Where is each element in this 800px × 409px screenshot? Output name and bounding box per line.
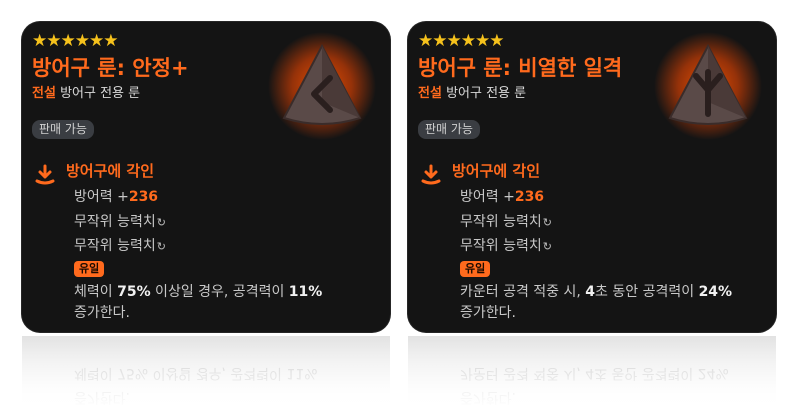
item-type: 방어구 전용 룬 — [446, 86, 527, 101]
star-rating: ★★★★★★ — [32, 31, 118, 51]
random-stat-label: 무작위 능력치 — [460, 238, 542, 254]
section-title: 방어구에 각인 — [452, 162, 541, 180]
desc-text: 카운터 공격 적중 시, — [460, 284, 586, 300]
refresh-icon[interactable]: ↻ — [157, 240, 166, 253]
effect-description: 카운터 공격 적중 시, 4초 동안 공격력이 24% 증가한다. — [460, 282, 760, 324]
desc-text: 이상일 경우, 공격력이 — [150, 284, 289, 300]
item-subtitle: 전설 방어구 전용 룬 — [32, 85, 140, 103]
unique-badge: 유일 — [460, 261, 491, 277]
random-stat-2: 무작위 능력치↻ — [74, 236, 166, 257]
item-title: 방어구 룬: 안정+ — [32, 56, 189, 80]
sellable-badge: 판매 가능 — [32, 120, 94, 139]
item-title: 방어구 룬: 비열한 일격 — [418, 56, 623, 80]
item-type: 방어구 전용 룬 — [60, 86, 141, 101]
stat-label: 방어력 + — [74, 189, 129, 205]
sellable-badge: 판매 가능 — [418, 120, 480, 139]
desc-text: 증가한다. — [74, 305, 130, 321]
rune-card-stable[interactable]: ★★★★★★ 방어구 룬: 안정+ 전설 방어구 전용 룬 판매 가능 방어구에… — [22, 22, 390, 332]
random-stat-label: 무작위 능력치 — [460, 214, 542, 230]
stat-label: 방어력 + — [460, 189, 515, 205]
reflection-fade — [0, 336, 800, 409]
rune-card-dirty-strike[interactable]: ★★★★★★ 방어구 룬: 비열한 일격 전설 방어구 전용 룬 판매 가능 방… — [408, 22, 776, 332]
refresh-icon[interactable]: ↻ — [543, 216, 552, 229]
random-stat-1: 무작위 능력치↻ — [460, 212, 552, 233]
desc-highlight: 24% — [698, 284, 733, 300]
engrave-download-icon — [421, 164, 441, 185]
defense-stat: 방어력 +236 — [460, 187, 544, 207]
stat-value: 236 — [514, 189, 545, 205]
item-subtitle: 전설 방어구 전용 룬 — [418, 85, 526, 103]
unique-badge: 유일 — [74, 261, 105, 277]
engrave-download-icon — [35, 164, 55, 185]
desc-text: 초 동안 공격력이 — [595, 284, 699, 300]
random-stat-label: 무작위 능력치 — [74, 238, 156, 254]
random-stat-1: 무작위 능력치↻ — [74, 212, 166, 233]
effect-description: 체력이 75% 이상일 경우, 공격력이 11% 증가한다. — [74, 282, 374, 324]
rarity-label: 전설 — [32, 86, 56, 101]
star-rating: ★★★★★★ — [418, 31, 504, 51]
random-stat-2: 무작위 능력치↻ — [460, 236, 552, 257]
desc-highlight: 11% — [288, 284, 323, 300]
refresh-icon[interactable]: ↻ — [157, 216, 166, 229]
rarity-label: 전설 — [418, 86, 442, 101]
stat-value: 236 — [128, 189, 159, 205]
desc-text: 증가한다. — [460, 305, 516, 321]
desc-highlight: 75% — [117, 284, 151, 300]
defense-stat: 방어력 +236 — [74, 187, 158, 207]
desc-highlight: 4 — [585, 284, 596, 300]
random-stat-label: 무작위 능력치 — [74, 214, 156, 230]
refresh-icon[interactable]: ↻ — [543, 240, 552, 253]
section-title: 방어구에 각인 — [66, 162, 155, 180]
desc-text: 체력이 — [74, 284, 118, 300]
rune-dirty-strike-icon — [654, 32, 762, 140]
rune-stable-icon — [268, 32, 376, 140]
